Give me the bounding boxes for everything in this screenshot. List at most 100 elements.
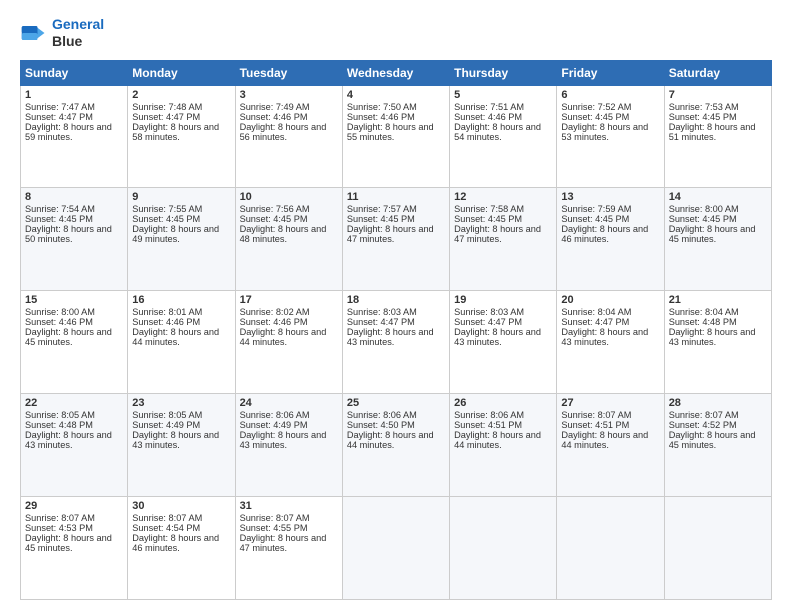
daylight-label: Daylight: 8 hours and 43 minutes.	[132, 430, 219, 450]
daylight-label: Daylight: 8 hours and 46 minutes.	[132, 533, 219, 553]
daylight-label: Daylight: 8 hours and 56 minutes.	[240, 122, 327, 142]
sunrise-label: Sunrise: 8:05 AM	[25, 410, 95, 420]
calendar-cell	[664, 497, 771, 600]
day-number: 14	[669, 191, 767, 203]
sunrise-label: Sunrise: 7:49 AM	[240, 102, 310, 112]
calendar-cell: 18Sunrise: 8:03 AMSunset: 4:47 PMDayligh…	[342, 291, 449, 394]
sunset-label: Sunset: 4:46 PM	[25, 317, 93, 327]
daylight-label: Daylight: 8 hours and 55 minutes.	[347, 122, 434, 142]
sunset-label: Sunset: 4:50 PM	[347, 420, 415, 430]
sunrise-label: Sunrise: 8:03 AM	[454, 307, 524, 317]
daylight-label: Daylight: 8 hours and 47 minutes.	[347, 224, 434, 244]
daylight-label: Daylight: 8 hours and 54 minutes.	[454, 122, 541, 142]
day-number: 25	[347, 397, 445, 409]
sunrise-label: Sunrise: 8:03 AM	[347, 307, 417, 317]
day-number: 5	[454, 89, 552, 101]
calendar-cell: 5Sunrise: 7:51 AMSunset: 4:46 PMDaylight…	[450, 85, 557, 188]
day-number: 9	[132, 191, 230, 203]
sunset-label: Sunset: 4:46 PM	[347, 112, 415, 122]
calendar-cell	[450, 497, 557, 600]
daylight-label: Daylight: 8 hours and 44 minutes.	[454, 430, 541, 450]
day-number: 24	[240, 397, 338, 409]
day-number: 4	[347, 89, 445, 101]
daylight-label: Daylight: 8 hours and 44 minutes.	[347, 430, 434, 450]
day-number: 27	[561, 397, 659, 409]
day-number: 29	[25, 500, 123, 512]
daylight-label: Daylight: 8 hours and 45 minutes.	[669, 224, 756, 244]
col-header-tuesday: Tuesday	[235, 60, 342, 85]
sunset-label: Sunset: 4:45 PM	[669, 112, 737, 122]
calendar-cell: 14Sunrise: 8:00 AMSunset: 4:45 PMDayligh…	[664, 188, 771, 291]
header: General Blue	[20, 16, 772, 50]
sunrise-label: Sunrise: 8:04 AM	[561, 307, 631, 317]
day-number: 8	[25, 191, 123, 203]
day-number: 11	[347, 191, 445, 203]
calendar-cell: 31Sunrise: 8:07 AMSunset: 4:55 PMDayligh…	[235, 497, 342, 600]
sunset-label: Sunset: 4:47 PM	[561, 317, 629, 327]
sunset-label: Sunset: 4:47 PM	[347, 317, 415, 327]
sunrise-label: Sunrise: 8:07 AM	[561, 410, 631, 420]
week-row-4: 22Sunrise: 8:05 AMSunset: 4:48 PMDayligh…	[21, 394, 772, 497]
daylight-label: Daylight: 8 hours and 49 minutes.	[132, 224, 219, 244]
calendar-cell: 22Sunrise: 8:05 AMSunset: 4:48 PMDayligh…	[21, 394, 128, 497]
col-header-saturday: Saturday	[664, 60, 771, 85]
day-number: 2	[132, 89, 230, 101]
daylight-label: Daylight: 8 hours and 44 minutes.	[561, 430, 648, 450]
calendar-cell: 25Sunrise: 8:06 AMSunset: 4:50 PMDayligh…	[342, 394, 449, 497]
sunset-label: Sunset: 4:47 PM	[454, 317, 522, 327]
sunset-label: Sunset: 4:49 PM	[132, 420, 200, 430]
sunset-label: Sunset: 4:45 PM	[669, 214, 737, 224]
calendar-cell: 20Sunrise: 8:04 AMSunset: 4:47 PMDayligh…	[557, 291, 664, 394]
calendar-cell: 19Sunrise: 8:03 AMSunset: 4:47 PMDayligh…	[450, 291, 557, 394]
day-number: 26	[454, 397, 552, 409]
week-row-1: 1Sunrise: 7:47 AM Sunset: 4:47 PM Daylight…	[21, 85, 772, 188]
sunrise-label: Sunrise: 7:47 AM	[25, 102, 95, 112]
sunset-label: Sunset: 4:51 PM	[454, 420, 522, 430]
sunrise-label: Sunrise: 8:01 AM	[132, 307, 202, 317]
sunrise-label: Sunrise: 8:06 AM	[454, 410, 524, 420]
calendar-cell: 23Sunrise: 8:05 AMSunset: 4:49 PMDayligh…	[128, 394, 235, 497]
sunrise-label: Sunrise: 8:00 AM	[25, 307, 95, 317]
calendar-cell: 29Sunrise: 8:07 AMSunset: 4:53 PMDayligh…	[21, 497, 128, 600]
day-number: 31	[240, 500, 338, 512]
daylight-label: Daylight: 8 hours and 53 minutes.	[561, 122, 648, 142]
sunrise-label: Sunrise: 7:50 AM	[347, 102, 417, 112]
daylight-label: Daylight: 8 hours and 50 minutes.	[25, 224, 112, 244]
day-number: 1	[25, 89, 123, 101]
daylight-label: Daylight: 8 hours and 47 minutes.	[454, 224, 541, 244]
day-number: 28	[669, 397, 767, 409]
sunrise-label: Sunrise: 8:02 AM	[240, 307, 310, 317]
day-number: 6	[561, 89, 659, 101]
sunset-label: Sunset: 4:48 PM	[669, 317, 737, 327]
day-number: 12	[454, 191, 552, 203]
day-number: 22	[25, 397, 123, 409]
calendar-cell: 12Sunrise: 7:58 AMSunset: 4:45 PMDayligh…	[450, 188, 557, 291]
calendar-cell: 21Sunrise: 8:04 AMSunset: 4:48 PMDayligh…	[664, 291, 771, 394]
calendar-cell: 11Sunrise: 7:57 AMSunset: 4:45 PMDayligh…	[342, 188, 449, 291]
day-number: 17	[240, 294, 338, 306]
col-header-friday: Friday	[557, 60, 664, 85]
calendar-cell: 4Sunrise: 7:50 AMSunset: 4:46 PMDaylight…	[342, 85, 449, 188]
sunrise-label: Sunrise: 8:00 AM	[669, 204, 739, 214]
logo-text: General Blue	[52, 16, 104, 50]
calendar-page: General Blue SundayMondayTuesdayWednesda…	[0, 0, 792, 612]
sunrise-label: Sunrise: 7:57 AM	[347, 204, 417, 214]
sunrise-label: Sunrise: 7:54 AM	[25, 204, 95, 214]
calendar-cell: 8Sunrise: 7:54 AMSunset: 4:45 PMDaylight…	[21, 188, 128, 291]
daylight-label: Daylight: 8 hours and 43 minutes.	[561, 327, 648, 347]
calendar-table: SundayMondayTuesdayWednesdayThursdayFrid…	[20, 60, 772, 600]
calendar-cell: 28Sunrise: 8:07 AMSunset: 4:52 PMDayligh…	[664, 394, 771, 497]
sunrise-label: Sunrise: 7:58 AM	[454, 204, 524, 214]
sunset-label: Sunset: 4:55 PM	[240, 523, 308, 533]
col-header-wednesday: Wednesday	[342, 60, 449, 85]
calendar-cell: 7Sunrise: 7:53 AMSunset: 4:45 PMDaylight…	[664, 85, 771, 188]
sunrise-label: Sunrise: 8:06 AM	[240, 410, 310, 420]
sunrise-label: Sunrise: 8:07 AM	[25, 513, 95, 523]
calendar-cell: 27Sunrise: 8:07 AMSunset: 4:51 PMDayligh…	[557, 394, 664, 497]
logo-icon	[20, 19, 48, 47]
day-number: 7	[669, 89, 767, 101]
day-number: 30	[132, 500, 230, 512]
sunset-label: Sunset: 4:46 PM	[240, 317, 308, 327]
daylight-label: Daylight: 8 hours and 44 minutes.	[240, 327, 327, 347]
sunset-label: Sunset: 4:47 PM	[132, 112, 200, 122]
